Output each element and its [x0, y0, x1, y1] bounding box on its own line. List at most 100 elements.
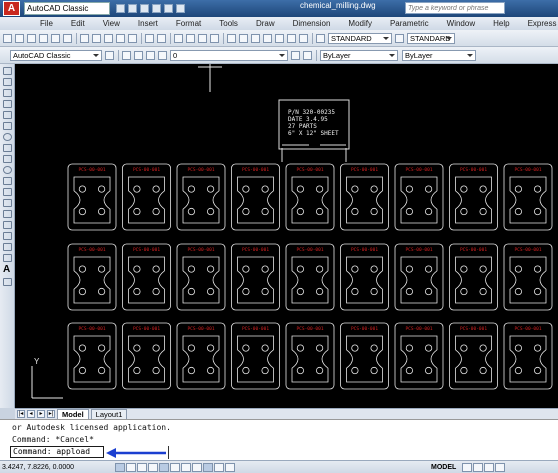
layer-on-icon[interactable] [134, 50, 143, 60]
new-icon[interactable] [116, 4, 125, 13]
help-icon[interactable] [299, 33, 308, 43]
menu-express[interactable]: Express [528, 19, 557, 28]
open-icon[interactable] [15, 33, 24, 43]
block-editor-icon[interactable] [128, 33, 137, 43]
tab-model[interactable]: Model [57, 409, 89, 419]
drawing-area[interactable]: P/N 320-00235 DATE 3.4.95 27 PARTS 6" X … [15, 64, 558, 408]
coordinates-display[interactable]: 3.4247, 7.8226, 0.0000 [2, 464, 114, 471]
menu-file[interactable]: File [40, 19, 53, 28]
tab-layout1[interactable]: Layout1 [90, 409, 128, 419]
layer-properties-icon[interactable] [122, 50, 131, 60]
save-icon[interactable] [140, 4, 149, 13]
calculator-icon[interactable] [287, 33, 296, 43]
ortho-mode-button[interactable] [137, 462, 147, 472]
revision-cloud-icon[interactable] [3, 144, 12, 152]
undo-icon[interactable] [145, 33, 154, 43]
insert-block-icon[interactable] [3, 188, 12, 196]
paste-icon[interactable] [104, 33, 113, 43]
spline-icon[interactable] [3, 155, 12, 163]
match-properties-icon[interactable] [116, 33, 125, 43]
menu-window[interactable]: Window [447, 19, 475, 28]
model-space-indicator[interactable]: MODEL [431, 464, 456, 471]
quick-view-drawings-button[interactable] [473, 462, 484, 472]
layer-previous-icon[interactable] [303, 50, 312, 60]
make-current-icon[interactable] [291, 50, 300, 60]
markup-icon[interactable] [275, 33, 284, 43]
application-menu-button[interactable]: A [3, 1, 20, 16]
gradient-icon[interactable] [3, 232, 12, 240]
dim-style-dropdown[interactable]: STANDARD [407, 32, 455, 44]
menu-tools[interactable]: Tools [219, 19, 238, 28]
object-snap-tracking-button[interactable] [170, 462, 180, 472]
line-icon[interactable] [3, 67, 12, 75]
plot-preview-icon[interactable] [51, 33, 60, 43]
make-block-icon[interactable] [3, 199, 12, 207]
menu-edit[interactable]: Edit [71, 19, 85, 28]
menu-modify[interactable]: Modify [348, 19, 372, 28]
zoom-window-icon[interactable] [198, 33, 207, 43]
dynamic-input-button[interactable] [192, 462, 202, 472]
selection-cycling-button[interactable] [225, 462, 235, 472]
color-dropdown[interactable]: ByLayer [320, 49, 398, 61]
redo-icon[interactable] [157, 33, 166, 43]
zoom-previous-icon[interactable] [210, 33, 219, 43]
polygon-icon[interactable] [3, 100, 12, 108]
copy-icon[interactable] [92, 33, 101, 43]
lock-icon[interactable] [158, 50, 167, 60]
workspace-settings-icon[interactable] [105, 50, 114, 60]
polar-tracking-button[interactable] [148, 462, 158, 472]
menu-draw[interactable]: Draw [256, 19, 275, 28]
drawing-canvas[interactable]: P/N 320-00235 DATE 3.4.95 27 PARTS 6" X … [15, 64, 558, 408]
menu-help[interactable]: Help [493, 19, 509, 28]
object-snap-button[interactable] [159, 462, 169, 472]
arc-icon[interactable] [3, 122, 12, 130]
quick-properties-button[interactable] [214, 462, 224, 472]
add-selected-icon[interactable] [3, 278, 12, 286]
workspace-dropdown[interactable]: AutoCAD Classic [10, 49, 102, 61]
menu-format[interactable]: Format [176, 19, 201, 28]
command-line-input[interactable]: Command: appload [10, 446, 104, 458]
workspace-switcher[interactable]: AutoCAD Classic [24, 2, 110, 15]
first-tab-button[interactable]: |◂ [17, 410, 25, 418]
properties-icon[interactable] [227, 33, 236, 43]
circle-icon[interactable] [3, 133, 12, 141]
menu-insert[interactable]: Insert [138, 19, 158, 28]
zoom-status-button[interactable] [495, 462, 506, 472]
next-tab-button[interactable]: ▸ [37, 410, 45, 418]
help-search-input[interactable] [405, 2, 505, 14]
region-icon[interactable] [3, 243, 12, 251]
publish-icon[interactable] [63, 33, 72, 43]
qnew-icon[interactable] [3, 33, 12, 43]
construction-line-icon[interactable] [3, 78, 12, 86]
point-icon[interactable] [3, 210, 12, 218]
undo-icon[interactable] [152, 4, 161, 13]
text-style-dropdown[interactable]: STANDARD [328, 32, 392, 44]
menu-parametric[interactable]: Parametric [390, 19, 429, 28]
cut-icon[interactable] [80, 33, 89, 43]
last-tab-button[interactable]: ▸| [47, 410, 55, 418]
redo-icon[interactable] [164, 4, 173, 13]
design-center-icon[interactable] [239, 33, 248, 43]
multiline-text-icon[interactable]: A [3, 265, 14, 275]
layer-dropdown[interactable]: 0 [170, 49, 288, 61]
sheet-set-icon[interactable] [263, 33, 272, 43]
previous-tab-button[interactable]: ◂ [27, 410, 35, 418]
ellipse-arc-icon[interactable] [3, 177, 12, 185]
table-icon[interactable] [3, 254, 12, 262]
polyline-icon[interactable] [3, 89, 12, 97]
open-icon[interactable] [128, 4, 137, 13]
quick-view-layouts-button[interactable] [462, 462, 473, 472]
rectangle-icon[interactable] [3, 111, 12, 119]
snap-mode-button[interactable] [115, 462, 125, 472]
tool-palettes-icon[interactable] [251, 33, 260, 43]
pan-icon[interactable] [174, 33, 183, 43]
menu-view[interactable]: View [103, 19, 120, 28]
dynamic-ucs-button[interactable] [181, 462, 191, 472]
linetype-dropdown[interactable]: ByLayer [402, 49, 476, 61]
ellipse-icon[interactable] [3, 166, 12, 174]
menu-dimension[interactable]: Dimension [293, 19, 331, 28]
save-icon[interactable] [27, 33, 36, 43]
hatch-icon[interactable] [3, 221, 12, 229]
grid-display-button[interactable] [126, 462, 136, 472]
plot-icon[interactable] [176, 4, 185, 13]
